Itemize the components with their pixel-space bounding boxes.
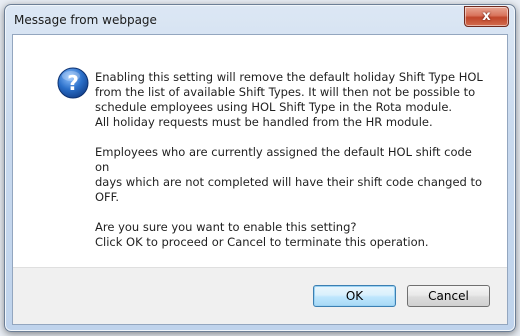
ok-button[interactable]: OK [313, 285, 396, 307]
title-bar[interactable]: Message from webpage x [5, 5, 515, 35]
message-paragraph-3: Are you sure you want to enable this set… [95, 220, 429, 249]
message-paragraph-2: Employees who are currently assigned the… [95, 145, 483, 204]
close-icon: x [482, 9, 491, 24]
message-text: Enabling this setting will remove the de… [95, 70, 485, 265]
question-icon: ? [57, 67, 89, 99]
dialog-window: Message from webpage x ? Enabling this s… [4, 4, 516, 332]
message-paragraph-1: Enabling this setting will remove the de… [95, 70, 483, 129]
cancel-button[interactable]: Cancel [407, 285, 490, 307]
dialog-body: ? Enabling this setting will remove the … [12, 34, 508, 325]
window-title: Message from webpage [14, 13, 157, 27]
svg-text:?: ? [67, 71, 79, 95]
close-button[interactable]: x [464, 6, 509, 27]
